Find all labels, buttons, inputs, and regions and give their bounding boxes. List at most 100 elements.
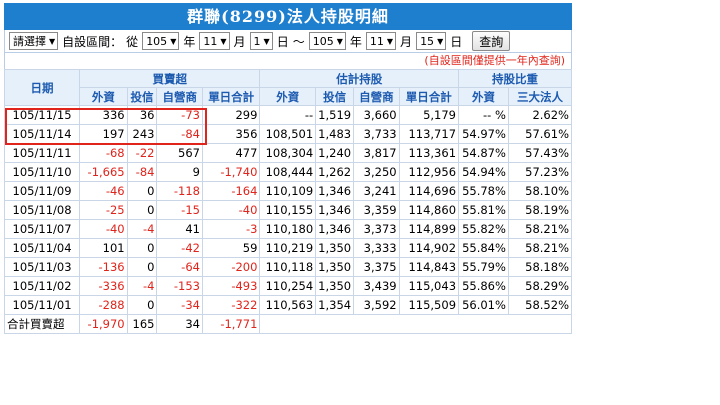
start-month-select[interactable]: 11 ▼ xyxy=(199,32,230,50)
value-cell: -4 xyxy=(126,276,158,296)
table-row: 105/11/15 336 36 -73 299 -- 1,519 3,660 5,179 -- … xyxy=(3,105,573,125)
table-row: 105/11/09 -46 0 -118 -164 110,109 1,346 3,241 11… xyxy=(3,181,573,201)
value-cell: -84 xyxy=(156,124,203,144)
query-button[interactable]: 查詢 xyxy=(472,31,511,51)
value-cell: 110,118 xyxy=(259,257,317,277)
value-cell: 336 xyxy=(79,105,128,125)
range-separator: ～ xyxy=(292,34,305,49)
from-label: 從 xyxy=(126,34,139,49)
month-unit: 月 xyxy=(400,34,413,49)
value-cell: 1,354 xyxy=(315,295,355,315)
start-day-value: 1 xyxy=(253,34,261,48)
total-row-filler xyxy=(259,314,572,334)
value-cell: 101 xyxy=(79,238,128,258)
preset-select-value: 請選擇 xyxy=(13,35,46,48)
value-cell: 58.10% xyxy=(507,181,573,201)
value-cell: -164 xyxy=(201,181,261,201)
value-cell: -- % xyxy=(458,105,509,125)
value-cell: 55.78% xyxy=(458,181,509,201)
sub-header-cell: 單日合計 xyxy=(201,87,261,106)
total-label: 合計買賣超 xyxy=(3,314,81,334)
end-year-select[interactable]: 105 ▼ xyxy=(308,32,346,50)
end-day-select[interactable]: 15 ▼ xyxy=(416,32,447,50)
value-cell: 3,660 xyxy=(353,105,400,125)
value-cell: 54.94% xyxy=(458,162,509,182)
value-cell: 3,250 xyxy=(353,162,400,182)
custom-range-label: 自設區間： xyxy=(62,34,123,49)
total-value-cell: 165 xyxy=(126,314,158,334)
value-cell: -- xyxy=(259,105,317,125)
chevron-down-icon: ▼ xyxy=(263,36,270,46)
value-cell: 114,696 xyxy=(398,181,460,201)
value-cell: 9 xyxy=(156,162,203,182)
table-row: 105/11/10 -1,665 -84 9 -1,740 108,444 1,262 3,2… xyxy=(3,162,573,182)
start-month-value: 11 xyxy=(203,34,218,48)
table-row: 105/11/07 -40 -4 41 -3 110,180 1,346 3,373 114,8… xyxy=(3,219,573,239)
value-cell: -25 xyxy=(79,200,128,220)
value-cell: 197 xyxy=(79,124,128,144)
sub-header-cell: 外資 xyxy=(458,87,509,106)
preset-select[interactable]: 請選擇 ▼ xyxy=(9,32,59,50)
value-cell: 112,956 xyxy=(398,162,460,182)
table-row: 105/11/11 -68 -22 567 477 108,304 1,240 3,817 11… xyxy=(3,143,573,163)
value-cell: -1,740 xyxy=(201,162,261,182)
value-cell: 3,733 xyxy=(353,124,400,144)
value-cell: -3 xyxy=(201,219,261,239)
value-cell: -200 xyxy=(201,257,261,277)
date-cell: 105/11/11 xyxy=(3,143,81,163)
filter-bar: 請選擇 ▼ 自設區間： 從 105 ▼ 年 11 ▼ 月 1 ▼ 日 ～ 105 ▼ 年 … xyxy=(4,30,572,53)
value-cell: 58.21% xyxy=(507,219,573,239)
table-row: 105/11/01 -288 0 -34 -322 110,563 1,354 3,592 11… xyxy=(3,295,573,315)
date-cell: 105/11/07 xyxy=(3,219,81,239)
table-row: 105/11/02 -336 -4 -153 -493 110,254 1,350 3,439… xyxy=(3,276,573,296)
value-cell: 243 xyxy=(126,124,158,144)
date-cell: 105/11/01 xyxy=(3,295,81,315)
day-unit: 日 xyxy=(450,34,463,49)
sub-header-cell: 自營商 xyxy=(156,87,203,106)
header-estimated-holdings: 估計持股 xyxy=(259,69,460,88)
value-cell: 58.19% xyxy=(507,200,573,220)
value-cell: 56.01% xyxy=(458,295,509,315)
chevron-down-icon: ▼ xyxy=(336,36,343,46)
value-cell: 1,346 xyxy=(315,200,355,220)
date-cell: 105/11/15 xyxy=(3,105,81,125)
value-cell: -15 xyxy=(156,200,203,220)
sub-header-cell: 自營商 xyxy=(353,87,400,106)
value-cell: 55.81% xyxy=(458,200,509,220)
start-day-select[interactable]: 1 ▼ xyxy=(249,32,273,50)
value-cell: -153 xyxy=(156,276,203,296)
value-cell: 110,254 xyxy=(259,276,317,296)
value-cell: 5,179 xyxy=(398,105,460,125)
sub-header-cell: 三大法人 xyxy=(507,87,573,106)
value-cell: 54.97% xyxy=(458,124,509,144)
date-cell: 105/11/03 xyxy=(3,257,81,277)
value-cell: -1,665 xyxy=(79,162,128,182)
table-row: 105/11/03 -136 0 -64 -200 110,118 1,350 3,375 11… xyxy=(3,257,573,277)
value-cell: 110,219 xyxy=(259,238,317,258)
value-cell: 1,350 xyxy=(315,257,355,277)
start-year-select[interactable]: 105 ▼ xyxy=(142,32,180,50)
total-row: 合計買賣超 -1,970 165 34 -1,771 xyxy=(3,314,572,334)
value-cell: 3,817 xyxy=(353,143,400,163)
table-row: 105/11/08 -25 0 -15 -40 110,155 1,346 3,359 114,… xyxy=(3,200,573,220)
value-cell: 567 xyxy=(156,143,203,163)
value-cell: 299 xyxy=(201,105,261,125)
value-cell: 57.61% xyxy=(507,124,573,144)
value-cell: -40 xyxy=(201,200,261,220)
page-title: 群聯(8299)法人持股明細 xyxy=(4,3,572,30)
start-year-value: 105 xyxy=(146,34,168,48)
table-sub-header: 外資 投信 自營商 單日合計 外資 投信 自營商 單日合計 外資 三大法人 xyxy=(5,87,573,106)
end-month-value: 11 xyxy=(369,34,384,48)
value-cell: 114,902 xyxy=(398,238,460,258)
value-cell: 115,509 xyxy=(398,295,460,315)
chevron-down-icon: ▼ xyxy=(437,36,444,46)
holdings-table: 日期 買賣超 估計持股 持股比重 外資 投信 自營商 單日合計 外資 投信 自營商 單日合計外… xyxy=(3,69,573,334)
end-month-select[interactable]: 11 ▼ xyxy=(365,32,397,50)
date-cell: 105/11/08 xyxy=(3,200,81,220)
total-value-cell: -1,771 xyxy=(201,314,261,334)
value-cell: 108,444 xyxy=(259,162,317,182)
value-cell: 1,483 xyxy=(315,124,355,144)
chevron-down-icon: ▼ xyxy=(220,36,227,46)
value-cell: 55.82% xyxy=(458,219,509,239)
value-cell: 115,043 xyxy=(398,276,460,296)
